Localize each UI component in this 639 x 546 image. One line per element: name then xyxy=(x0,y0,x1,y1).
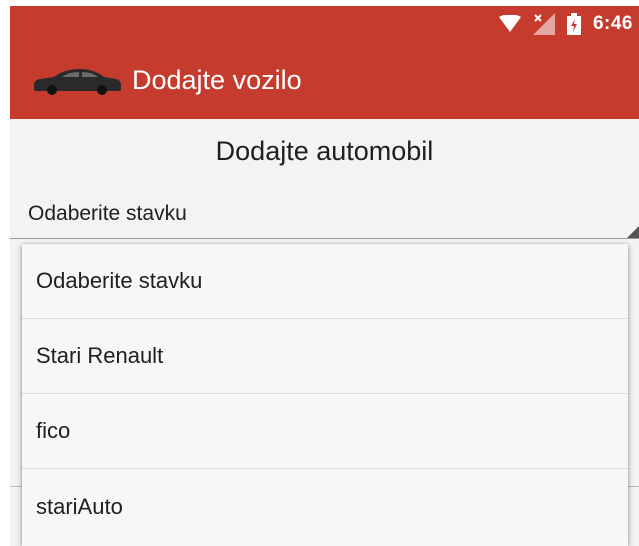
battery-charging-icon xyxy=(566,13,581,35)
dropdown-menu: Odaberite stavku Stari Renault fico star… xyxy=(22,244,628,546)
car-icon xyxy=(34,68,121,95)
dropdown-option[interactable]: stariAuto xyxy=(22,469,628,544)
app-title: Dodajte vozilo xyxy=(132,65,302,95)
spinner-arrow-icon xyxy=(627,226,639,238)
dropdown-option[interactable]: Odaberite stavku xyxy=(22,244,628,319)
dropdown-option[interactable]: Stari Renault xyxy=(22,319,628,394)
status-time: 6:46 xyxy=(592,13,633,34)
status-bar: 6:46 xyxy=(10,6,639,42)
no-signal-icon xyxy=(532,13,555,35)
spinner-selected-value: Odaberite stavku xyxy=(28,202,187,225)
item-spinner[interactable]: Odaberite stavku xyxy=(10,194,639,239)
wifi-icon xyxy=(498,15,521,32)
phone-screen: 6:46 Dodajte vozilo Dodajte automobil Od… xyxy=(10,6,639,546)
status-icons: 6:46 xyxy=(498,10,633,38)
app-bar: Dodajte vozilo xyxy=(10,42,639,119)
dropdown-option[interactable]: fico xyxy=(22,394,628,469)
page-title: Dodajte automobil xyxy=(215,136,434,166)
